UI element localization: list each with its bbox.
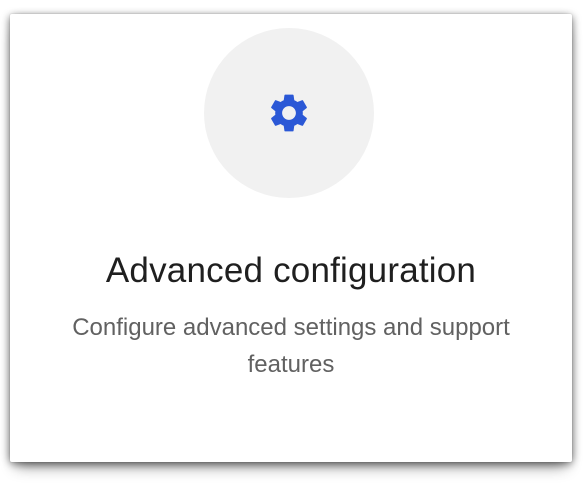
advanced-configuration-card[interactable]: Advanced configuration Configure advance…	[10, 14, 572, 462]
icon-circle	[204, 28, 374, 198]
gear-icon	[266, 90, 312, 136]
card-description: Configure advanced settings and support …	[72, 314, 510, 378]
card-title: Advanced configuration	[105, 251, 477, 290]
